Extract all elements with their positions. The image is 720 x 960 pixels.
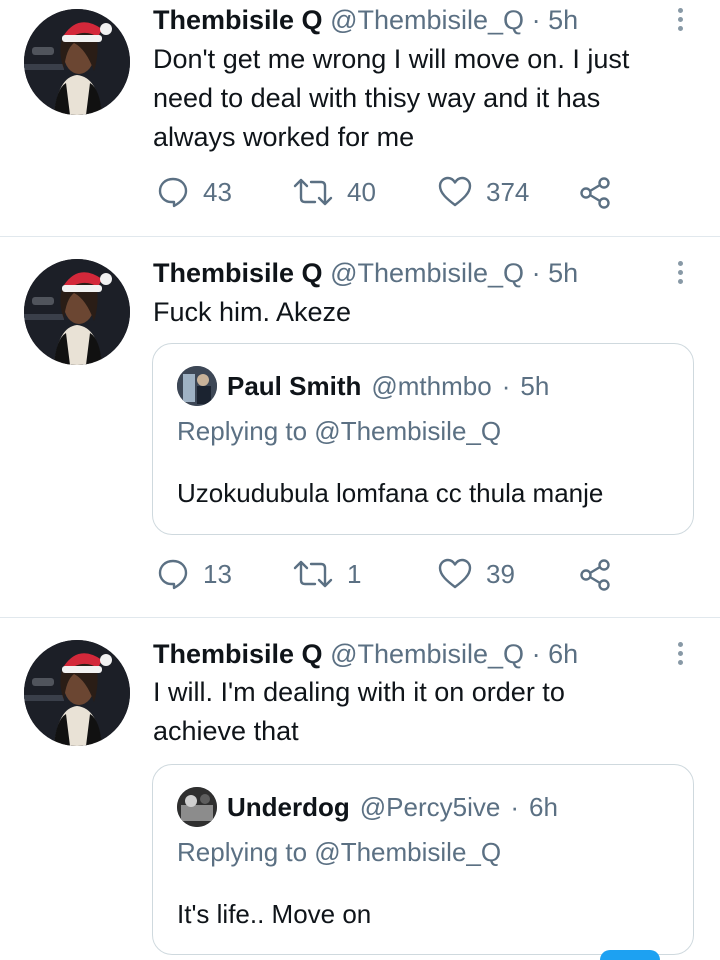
author-name[interactable]: Thembisile Q xyxy=(153,5,323,35)
separator-dot: · xyxy=(531,639,541,669)
quoted-author-handle: @mthmbo xyxy=(371,370,492,401)
tweet-text: I will. I'm dealing with it on order to … xyxy=(153,673,693,751)
more-options-icon[interactable] xyxy=(670,4,690,34)
more-options-icon[interactable] xyxy=(670,638,690,668)
compose-button-edge[interactable] xyxy=(600,950,660,960)
like-count: 39 xyxy=(486,558,515,589)
retweet-icon xyxy=(293,560,333,588)
retweet-count: 1 xyxy=(347,558,362,589)
tweet-text-line: I will. I'm dealing with it on order to xyxy=(153,677,565,707)
replying-to[interactable]: Replying to @Thembisile_Q xyxy=(177,416,501,447)
quoted-tweet-text: It's life.. Move on xyxy=(177,899,372,929)
like-button[interactable]: 374 xyxy=(438,176,529,208)
avatar[interactable] xyxy=(24,259,130,365)
tweet-actions: 43 40 374 xyxy=(153,176,673,216)
tweet-header: Thembisile Q @Thembisile_Q · 6h xyxy=(153,638,578,670)
tweet[interactable]: Thembisile Q @Thembisile_Q · 5h Don't ge… xyxy=(0,0,720,236)
retweet-count: 40 xyxy=(347,176,376,207)
retweet-button[interactable]: 1 xyxy=(293,558,361,590)
author-handle[interactable]: @Thembisile_Q xyxy=(330,258,524,288)
like-button[interactable]: 39 xyxy=(438,558,515,590)
heart-icon xyxy=(438,558,472,589)
quoted-tweet-text: Uzokudubula lomfana cc thula manje xyxy=(177,478,604,508)
quoted-tweet[interactable]: Paul Smith @mthmbo · 5h Replying to @The… xyxy=(152,343,694,535)
tweet-header: Thembisile Q @Thembisile_Q · 5h xyxy=(153,4,578,36)
quoted-avatar xyxy=(177,366,217,406)
like-count: 374 xyxy=(486,176,530,207)
reply-button[interactable]: 13 xyxy=(157,558,232,590)
quoted-tweet-header: Underdog @Percy5ive · 6h xyxy=(177,787,558,827)
quoted-avatar xyxy=(177,787,217,827)
tweet[interactable]: Thembisile Q @Thembisile_Q · 6h I will. … xyxy=(0,618,720,957)
avatar[interactable] xyxy=(24,9,130,115)
tweet-text-line: need to deal with thisy way and it has xyxy=(153,83,601,113)
author-handle[interactable]: @Thembisile_Q xyxy=(330,5,524,35)
quoted-timestamp: 6h xyxy=(529,791,558,822)
reply-icon xyxy=(158,559,188,590)
quoted-author-handle: @Percy5ive xyxy=(359,791,501,822)
share-icon xyxy=(580,559,610,591)
separator-dot: · xyxy=(531,258,541,288)
more-options-icon[interactable] xyxy=(670,257,690,287)
heart-icon xyxy=(438,176,472,207)
share-button[interactable] xyxy=(578,176,612,210)
reply-button[interactable]: 43 xyxy=(157,176,232,208)
reply-count: 13 xyxy=(203,558,232,589)
reply-count: 43 xyxy=(203,176,232,207)
separator-dot: · xyxy=(501,370,511,401)
avatar[interactable] xyxy=(24,640,130,746)
author-handle[interactable]: @Thembisile_Q xyxy=(330,639,524,669)
tweet-actions: 13 1 39 xyxy=(153,558,673,598)
retweet-button[interactable]: 40 xyxy=(293,176,376,208)
tweet-text: Fuck him. Akeze xyxy=(153,293,693,332)
tweet-text-line: Don't get me wrong I will move on. I jus… xyxy=(153,44,630,74)
tweet[interactable]: Thembisile Q @Thembisile_Q · 5h Fuck him… xyxy=(0,237,720,617)
reply-icon xyxy=(158,177,188,208)
tweet-text-line: achieve that xyxy=(153,716,299,746)
quoted-timestamp: 5h xyxy=(520,370,550,401)
tweet-header: Thembisile Q @Thembisile_Q · 5h xyxy=(153,257,578,289)
timestamp[interactable]: 5h xyxy=(548,258,578,288)
tweet-text-line: Fuck him. Akeze xyxy=(153,297,352,327)
separator-dot: · xyxy=(531,5,541,35)
quoted-author-name: Paul Smith xyxy=(227,370,362,401)
share-button[interactable] xyxy=(578,558,612,592)
timestamp[interactable]: 6h xyxy=(548,639,578,669)
quoted-tweet-header: Paul Smith @mthmbo · 5h xyxy=(177,366,549,406)
quoted-tweet[interactable]: Underdog @Percy5ive · 6h Replying to @Th… xyxy=(152,764,694,955)
tweet-text-line: always worked for me xyxy=(153,122,415,152)
timestamp[interactable]: 5h xyxy=(548,5,578,35)
share-icon xyxy=(580,177,610,209)
tweet-text: Don't get me wrong I will move on. I jus… xyxy=(153,40,693,157)
replying-to[interactable]: Replying to @Thembisile_Q xyxy=(177,837,501,868)
separator-dot: · xyxy=(510,791,519,822)
retweet-icon xyxy=(293,178,333,206)
author-name[interactable]: Thembisile Q xyxy=(153,639,323,669)
quoted-author-name: Underdog xyxy=(227,791,350,822)
author-name[interactable]: Thembisile Q xyxy=(153,258,323,288)
